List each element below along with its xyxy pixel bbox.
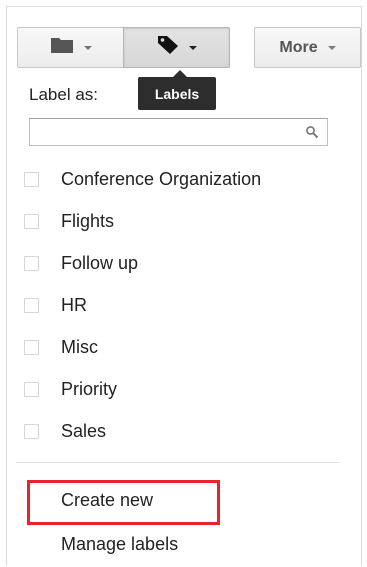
more-button[interactable]: More	[254, 27, 361, 68]
chevron-down-icon	[327, 45, 336, 50]
label-option-text: Flights	[61, 210, 115, 231]
label-option-text: HR	[61, 294, 87, 315]
label-as-heading: Label as:	[29, 85, 98, 104]
label-option-text: Conference Organization	[61, 168, 262, 189]
label-checkbox[interactable]	[24, 339, 39, 355]
labels-tooltip: Labels	[138, 77, 216, 110]
label-option-follow-up[interactable]: Follow up	[20, 246, 340, 280]
label-checkbox[interactable]	[24, 213, 39, 229]
more-button-label: More	[279, 38, 318, 56]
create-new-highlight-box	[27, 480, 220, 525]
label-option-flights[interactable]: Flights	[20, 204, 340, 238]
chevron-down-icon	[188, 45, 197, 50]
tag-icon	[157, 35, 179, 60]
label-checkbox[interactable]	[24, 255, 39, 271]
label-option-text: Misc	[61, 336, 98, 357]
labels-button[interactable]	[123, 27, 230, 68]
label-option-sales[interactable]: Sales	[20, 414, 340, 448]
label-checkbox[interactable]	[24, 381, 39, 397]
move-to-button[interactable]	[17, 27, 123, 68]
label-option-text: Priority	[61, 378, 118, 399]
label-checkbox[interactable]	[24, 423, 39, 439]
label-search-input[interactable]	[32, 121, 310, 143]
search-icon[interactable]	[305, 125, 319, 139]
label-option-text: Sales	[61, 420, 107, 441]
label-menu-screenshot: More Labels Label as: Conference Organiz…	[0, 0, 367, 567]
menu-divider	[16, 462, 340, 463]
manage-labels-link[interactable]: Manage labels	[61, 534, 178, 555]
label-option-conference-organization[interactable]: Conference Organization	[20, 162, 340, 196]
label-option-text: Follow up	[61, 252, 139, 273]
label-checkbox[interactable]	[24, 171, 39, 187]
label-search-box	[29, 118, 328, 146]
label-option-misc[interactable]: Misc	[20, 330, 340, 364]
tooltip-arrow	[173, 70, 187, 77]
label-option-priority[interactable]: Priority	[20, 372, 340, 406]
label-checkbox[interactable]	[24, 297, 39, 313]
folder-icon	[50, 36, 74, 59]
chevron-down-icon	[83, 45, 92, 50]
label-option-hr[interactable]: HR	[20, 288, 340, 322]
